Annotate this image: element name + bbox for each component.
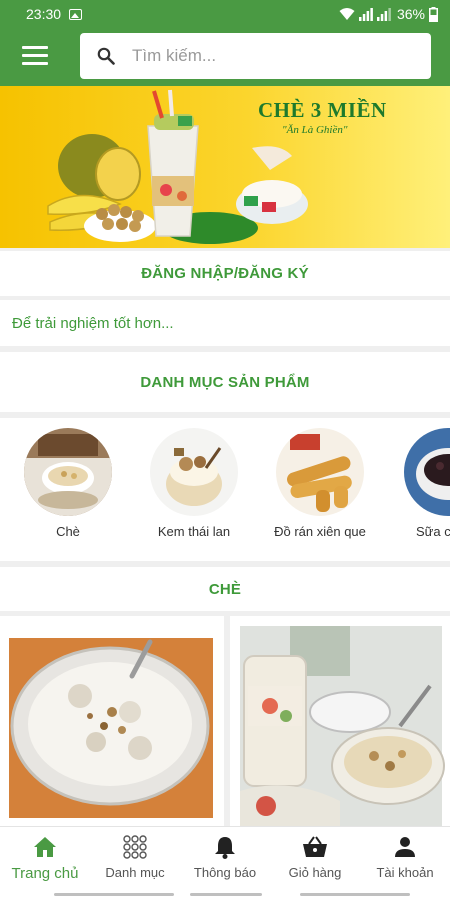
gesture-bar xyxy=(54,893,174,896)
nav-notifications-label: Thông báo xyxy=(193,865,257,880)
nav-categories[interactable]: Danh mục xyxy=(90,833,180,880)
category-image xyxy=(24,428,112,516)
wifi-icon xyxy=(339,8,355,20)
category-section-title: DANH MỤC SẢN PHẨM xyxy=(0,352,450,412)
category-label: Kem thái lan xyxy=(157,524,231,539)
product-section-title: CHÈ xyxy=(0,567,450,611)
bottom-navigation: Trang chủ Danh mục Thông báo Giỏ hàng Tà… xyxy=(0,826,450,900)
gallery-notification-icon xyxy=(69,8,83,20)
nav-notifications[interactable]: Thông báo xyxy=(180,833,270,880)
nav-cart-label: Giỏ hàng xyxy=(288,865,342,880)
category-label: Sữa c xyxy=(416,524,450,539)
category-image xyxy=(276,428,364,516)
category-label: Chè xyxy=(56,524,80,539)
category-list[interactable]: Chè Kem thái lan Đồ rán xiên que Sữa c xyxy=(0,418,450,561)
category-image xyxy=(404,428,450,516)
nav-home-label: Trang chủ xyxy=(11,865,79,882)
battery-icon xyxy=(429,6,438,22)
category-label: Đồ rán xiên que xyxy=(274,524,366,539)
product-image xyxy=(230,616,450,826)
person-icon xyxy=(360,833,450,861)
category-item-kem-thai-lan[interactable]: Kem thái lan xyxy=(134,428,254,539)
category-item-do-ran-xien-que[interactable]: Đồ rán xiên que xyxy=(260,428,380,539)
bell-icon xyxy=(180,833,270,861)
search-bar[interactable] xyxy=(80,33,431,79)
promo-banner[interactable]: CHÈ 3 MIỀN "Ăn Là Ghiền" xyxy=(0,86,450,248)
product-card[interactable] xyxy=(0,616,224,826)
app-header: 23:30 36% xyxy=(0,0,450,86)
status-bar: 23:30 36% xyxy=(0,0,450,28)
nav-home[interactable]: Trang chủ xyxy=(0,833,90,882)
basket-icon xyxy=(270,833,360,861)
login-register-link[interactable]: ĐĂNG NHẬP/ĐĂNG KÝ xyxy=(0,251,450,296)
nav-account[interactable]: Tài khoản xyxy=(360,833,450,880)
login-hint: Để trải nghiệm tốt hơn... xyxy=(12,314,174,332)
signal-icon xyxy=(358,8,373,21)
grid-icon xyxy=(90,833,180,861)
home-icon xyxy=(0,833,90,861)
category-item-sua-chua[interactable]: Sữa c xyxy=(386,428,450,539)
nav-account-label: Tài khoản xyxy=(376,865,434,880)
status-time: 23:30 xyxy=(26,6,62,22)
banner-subtitle: "Ăn Là Ghiền" xyxy=(282,124,348,136)
gesture-bar xyxy=(300,893,410,896)
toolbar xyxy=(0,30,450,82)
nav-cart[interactable]: Giỏ hàng xyxy=(270,833,360,880)
gesture-bar xyxy=(190,893,262,896)
search-input[interactable] xyxy=(132,46,412,66)
product-image xyxy=(0,616,224,826)
login-hint-row[interactable]: Để trải nghiệm tốt hơn... xyxy=(0,300,450,346)
category-image xyxy=(150,428,238,516)
battery-percent: 36% xyxy=(396,6,425,22)
category-item-che[interactable]: Chè xyxy=(8,428,128,539)
menu-icon[interactable] xyxy=(22,46,48,66)
banner-title: CHÈ 3 MIỀN xyxy=(258,98,387,122)
nav-categories-label: Danh mục xyxy=(105,865,165,880)
search-icon xyxy=(80,47,132,65)
product-card[interactable] xyxy=(230,616,450,826)
signal-icon-2 xyxy=(376,8,391,21)
